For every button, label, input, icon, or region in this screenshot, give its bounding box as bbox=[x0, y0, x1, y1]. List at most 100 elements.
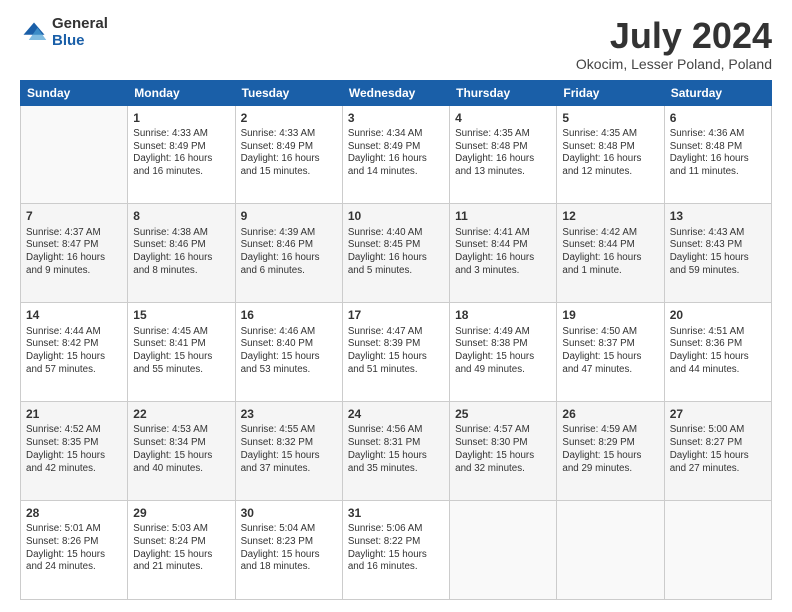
day-info: Sunrise: 4:53 AM Sunset: 8:34 PM Dayligh… bbox=[133, 424, 229, 475]
day-number: 20 bbox=[670, 307, 766, 323]
calendar-cell: 27 Sunrise: 5:00 AM Sunset: 8:27 PM Dayli… bbox=[664, 402, 771, 501]
calendar-table: SundayMondayTuesdayWednesdayThursdayFrid… bbox=[20, 80, 772, 600]
logo-icon bbox=[20, 19, 48, 47]
calendar-cell: 16 Sunrise: 4:46 AM Sunset: 8:40 PM Dayli… bbox=[235, 303, 342, 402]
day-number: 18 bbox=[455, 307, 551, 323]
logo: General Blue bbox=[20, 16, 108, 49]
day-info: Sunrise: 4:33 AM Sunset: 8:49 PM Dayligh… bbox=[241, 128, 337, 179]
weekday-header-monday: Monday bbox=[128, 80, 235, 105]
day-info: Sunrise: 4:51 AM Sunset: 8:36 PM Dayligh… bbox=[670, 326, 766, 377]
day-number: 19 bbox=[562, 307, 658, 323]
day-info: Sunrise: 4:43 AM Sunset: 8:43 PM Dayligh… bbox=[670, 227, 766, 278]
calendar-cell: 22 Sunrise: 4:53 AM Sunset: 8:34 PM Dayli… bbox=[128, 402, 235, 501]
calendar-cell: 8 Sunrise: 4:38 AM Sunset: 8:46 PM Daylig… bbox=[128, 204, 235, 303]
day-info: Sunrise: 4:34 AM Sunset: 8:49 PM Dayligh… bbox=[348, 128, 444, 179]
day-info: Sunrise: 4:35 AM Sunset: 8:48 PM Dayligh… bbox=[455, 128, 551, 179]
weekday-header-saturday: Saturday bbox=[664, 80, 771, 105]
day-info: Sunrise: 4:39 AM Sunset: 8:46 PM Dayligh… bbox=[241, 227, 337, 278]
day-number: 3 bbox=[348, 110, 444, 126]
day-number: 16 bbox=[241, 307, 337, 323]
day-info: Sunrise: 5:04 AM Sunset: 8:23 PM Dayligh… bbox=[241, 523, 337, 574]
day-number: 12 bbox=[562, 208, 658, 224]
day-number: 11 bbox=[455, 208, 551, 224]
day-info: Sunrise: 5:01 AM Sunset: 8:26 PM Dayligh… bbox=[26, 523, 122, 574]
calendar-cell: 28 Sunrise: 5:01 AM Sunset: 8:26 PM Dayli… bbox=[21, 501, 128, 600]
main-title: July 2024 bbox=[576, 16, 772, 56]
day-info: Sunrise: 4:42 AM Sunset: 8:44 PM Dayligh… bbox=[562, 227, 658, 278]
day-info: Sunrise: 4:52 AM Sunset: 8:35 PM Dayligh… bbox=[26, 424, 122, 475]
calendar-week-5: 28 Sunrise: 5:01 AM Sunset: 8:26 PM Dayli… bbox=[21, 501, 772, 600]
calendar-cell: 1 Sunrise: 4:33 AM Sunset: 8:49 PM Daylig… bbox=[128, 105, 235, 204]
day-number: 6 bbox=[670, 110, 766, 126]
title-block: July 2024 Okocim, Lesser Poland, Poland bbox=[576, 16, 772, 72]
header: General Blue July 2024 Okocim, Lesser Po… bbox=[20, 16, 772, 72]
day-number: 27 bbox=[670, 406, 766, 422]
day-number: 10 bbox=[348, 208, 444, 224]
calendar-cell: 7Sunrise: 4:37 AM Sunset: 8:47 PM Daylig… bbox=[21, 204, 128, 303]
calendar-cell: 18 Sunrise: 4:49 AM Sunset: 8:38 PM Dayli… bbox=[450, 303, 557, 402]
calendar-cell: 10 Sunrise: 4:40 AM Sunset: 8:45 PM Dayli… bbox=[342, 204, 449, 303]
day-info: Sunrise: 4:35 AM Sunset: 8:48 PM Dayligh… bbox=[562, 128, 658, 179]
logo-text: General Blue bbox=[52, 16, 108, 49]
day-info: Sunrise: 4:33 AM Sunset: 8:49 PM Dayligh… bbox=[133, 128, 229, 179]
day-number: 1 bbox=[133, 110, 229, 126]
day-number: 22 bbox=[133, 406, 229, 422]
calendar-cell bbox=[450, 501, 557, 600]
day-info: Sunrise: 4:50 AM Sunset: 8:37 PM Dayligh… bbox=[562, 326, 658, 377]
day-info: Sunrise: 4:55 AM Sunset: 8:32 PM Dayligh… bbox=[241, 424, 337, 475]
day-info: Sunrise: 5:06 AM Sunset: 8:22 PM Dayligh… bbox=[348, 523, 444, 574]
day-number: 15 bbox=[133, 307, 229, 323]
day-info: Sunrise: 4:49 AM Sunset: 8:38 PM Dayligh… bbox=[455, 326, 551, 377]
calendar-cell: 12 Sunrise: 4:42 AM Sunset: 8:44 PM Dayli… bbox=[557, 204, 664, 303]
day-number: 17 bbox=[348, 307, 444, 323]
day-info: Sunrise: 4:57 AM Sunset: 8:30 PM Dayligh… bbox=[455, 424, 551, 475]
calendar-cell: 11 Sunrise: 4:41 AM Sunset: 8:44 PM Dayli… bbox=[450, 204, 557, 303]
calendar-cell: 3 Sunrise: 4:34 AM Sunset: 8:49 PM Daylig… bbox=[342, 105, 449, 204]
day-info: Sunrise: 4:56 AM Sunset: 8:31 PM Dayligh… bbox=[348, 424, 444, 475]
calendar-cell: 6 Sunrise: 4:36 AM Sunset: 8:48 PM Daylig… bbox=[664, 105, 771, 204]
day-info: Sunrise: 4:44 AM Sunset: 8:42 PM Dayligh… bbox=[26, 326, 122, 377]
weekday-header-tuesday: Tuesday bbox=[235, 80, 342, 105]
day-number: 23 bbox=[241, 406, 337, 422]
logo-general: General bbox=[52, 16, 108, 33]
calendar-cell: 9Sunrise: 4:39 AM Sunset: 8:46 PM Daylig… bbox=[235, 204, 342, 303]
calendar-week-4: 21Sunrise: 4:52 AM Sunset: 8:35 PM Dayli… bbox=[21, 402, 772, 501]
weekday-header-wednesday: Wednesday bbox=[342, 80, 449, 105]
calendar-cell: 26 Sunrise: 4:59 AM Sunset: 8:29 PM Dayli… bbox=[557, 402, 664, 501]
day-number: 2 bbox=[241, 110, 337, 126]
calendar-cell bbox=[21, 105, 128, 204]
weekday-header-sunday: Sunday bbox=[21, 80, 128, 105]
calendar-cell: 30 Sunrise: 5:04 AM Sunset: 8:23 PM Dayli… bbox=[235, 501, 342, 600]
calendar-cell: 25 Sunrise: 4:57 AM Sunset: 8:30 PM Dayli… bbox=[450, 402, 557, 501]
calendar-week-2: 7Sunrise: 4:37 AM Sunset: 8:47 PM Daylig… bbox=[21, 204, 772, 303]
calendar-cell: 31Sunrise: 5:06 AM Sunset: 8:22 PM Dayli… bbox=[342, 501, 449, 600]
day-info: Sunrise: 4:38 AM Sunset: 8:46 PM Dayligh… bbox=[133, 227, 229, 278]
calendar-cell: 21Sunrise: 4:52 AM Sunset: 8:35 PM Dayli… bbox=[21, 402, 128, 501]
day-number: 7 bbox=[26, 208, 122, 224]
day-number: 29 bbox=[133, 505, 229, 521]
day-info: Sunrise: 4:46 AM Sunset: 8:40 PM Dayligh… bbox=[241, 326, 337, 377]
day-number: 8 bbox=[133, 208, 229, 224]
calendar-week-3: 14Sunrise: 4:44 AM Sunset: 8:42 PM Dayli… bbox=[21, 303, 772, 402]
day-info: Sunrise: 4:45 AM Sunset: 8:41 PM Dayligh… bbox=[133, 326, 229, 377]
day-number: 28 bbox=[26, 505, 122, 521]
page: General Blue July 2024 Okocim, Lesser Po… bbox=[0, 0, 792, 612]
calendar-cell: 20 Sunrise: 4:51 AM Sunset: 8:36 PM Dayli… bbox=[664, 303, 771, 402]
day-info: Sunrise: 4:40 AM Sunset: 8:45 PM Dayligh… bbox=[348, 227, 444, 278]
day-number: 25 bbox=[455, 406, 551, 422]
calendar-cell: 17Sunrise: 4:47 AM Sunset: 8:39 PM Dayli… bbox=[342, 303, 449, 402]
day-number: 13 bbox=[670, 208, 766, 224]
subtitle: Okocim, Lesser Poland, Poland bbox=[576, 56, 772, 72]
day-info: Sunrise: 5:00 AM Sunset: 8:27 PM Dayligh… bbox=[670, 424, 766, 475]
day-info: Sunrise: 4:36 AM Sunset: 8:48 PM Dayligh… bbox=[670, 128, 766, 179]
day-number: 26 bbox=[562, 406, 658, 422]
logo-blue: Blue bbox=[52, 33, 108, 50]
calendar-cell: 2 Sunrise: 4:33 AM Sunset: 8:49 PM Daylig… bbox=[235, 105, 342, 204]
calendar-cell: 29Sunrise: 5:03 AM Sunset: 8:24 PM Dayli… bbox=[128, 501, 235, 600]
day-info: Sunrise: 4:59 AM Sunset: 8:29 PM Dayligh… bbox=[562, 424, 658, 475]
day-number: 30 bbox=[241, 505, 337, 521]
day-info: Sunrise: 4:41 AM Sunset: 8:44 PM Dayligh… bbox=[455, 227, 551, 278]
calendar-cell: 24Sunrise: 4:56 AM Sunset: 8:31 PM Dayli… bbox=[342, 402, 449, 501]
day-number: 5 bbox=[562, 110, 658, 126]
calendar-cell: 15 Sunrise: 4:45 AM Sunset: 8:41 PM Dayli… bbox=[128, 303, 235, 402]
